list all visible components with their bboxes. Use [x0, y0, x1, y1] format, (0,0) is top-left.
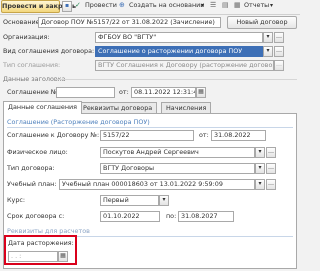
agreement-from-label: от: [119, 88, 129, 96]
person-dropdown-icon[interactable] [255, 147, 265, 158]
reports-button[interactable]: Отчеты [244, 0, 269, 11]
new-contract-button[interactable]: Новый договор [227, 16, 297, 29]
agreement-kind-open-icon: … [274, 60, 284, 71]
agreement-section-divider [7, 127, 293, 128]
tab-agreement-data[interactable]: Данные соглашения [3, 101, 83, 114]
post-and-close-button[interactable]: Провести и закрыть [1, 0, 76, 13]
term-to-label: по: [166, 212, 177, 220]
contract-type-dropdown-icon[interactable] [255, 163, 265, 174]
term-to-field[interactable]: 31.08.2027 [178, 211, 234, 222]
reports-dropdown-icon[interactable] [270, 1, 273, 9]
contract-from-label: от: [199, 131, 209, 139]
agreement-type-label: Вид соглашения договора: [3, 47, 95, 55]
contract-number-label: Соглашение к Договору №: [7, 131, 100, 139]
post-button[interactable]: Провести [85, 0, 117, 11]
agreement-section-title: Соглашение (Расторжение договора ПОУ) [7, 118, 150, 126]
study-plan-label: Учебный план: [7, 180, 57, 188]
termination-date-label: Дата расторжения: [8, 239, 74, 247]
person-open-icon[interactable]: … [266, 147, 276, 158]
agreement-type-open-icon[interactable]: … [274, 46, 284, 57]
save-icon[interactable]: ▪ [62, 1, 72, 12]
course-dropdown-icon[interactable] [159, 195, 169, 206]
calendar-icon[interactable]: ▦ [196, 87, 206, 98]
reports-icon[interactable]: ▦ [234, 1, 241, 9]
contract-number-field[interactable]: 5157/22 [100, 130, 194, 141]
agreement-kind-label: Тип соглашения: [3, 61, 61, 69]
create-based-icon[interactable]: ⊕ [119, 1, 125, 9]
course-label: Курс: [7, 196, 26, 204]
create-based-dropdown-icon[interactable] [201, 1, 204, 9]
organization-open-icon[interactable]: … [274, 32, 284, 43]
agreement-number-label: Соглашение №: [7, 88, 60, 96]
agreement-type-field[interactable]: Соглашение о расторжении договора ПОУ [95, 46, 263, 57]
organization-field[interactable]: ФГБОУ ВО "ВГТУ" [95, 32, 263, 43]
organization-dropdown-icon[interactable] [263, 32, 273, 43]
contract-type-open-icon[interactable]: … [266, 163, 276, 174]
study-plan-open-icon[interactable]: … [266, 179, 276, 190]
agreement-number-field[interactable] [56, 87, 115, 98]
contract-from-field[interactable]: 31.08.2022 [211, 130, 266, 141]
toolbar-divider [0, 14, 300, 15]
termination-date-field[interactable]: . . : [8, 251, 58, 262]
agreement-from-field[interactable]: 08.11.2022 12:31:42 [131, 87, 196, 98]
course-field[interactable]: Первый [100, 195, 159, 206]
agreement-kind-field: ВГТУ Соглашения к Договору (расторжение … [95, 60, 274, 71]
header-data-divider [55, 79, 297, 80]
study-plan-dropdown-icon[interactable] [255, 179, 265, 190]
contract-type-label: Тип договора: [7, 164, 55, 172]
tool-icon[interactable]: ☰ [210, 1, 216, 9]
doc-icon[interactable]: ▤ [222, 1, 229, 9]
basis-field[interactable]: Договор ПОУ №5157/22 от 31.08.2022 (Зачи… [38, 17, 221, 28]
create-based-button[interactable]: Создать на основании [129, 0, 204, 11]
basis-label: Основание: [3, 18, 42, 26]
post-icon[interactable]: ✓ [75, 1, 84, 11]
term-from-label: Срок договора с: [7, 212, 65, 220]
agreement-type-dropdown-icon[interactable] [263, 46, 273, 57]
contract-type-field[interactable]: ВГТУ Договоры [100, 163, 255, 174]
study-plan-field[interactable]: Учебный план 000018603 от 13.01.2022 9:5… [59, 179, 255, 190]
termination-calendar-icon[interactable]: ▦ [58, 251, 68, 262]
person-label: Физическое лицо: [7, 148, 68, 156]
person-field[interactable]: Поскутов Андрей Сергеевич [100, 147, 255, 158]
term-from-field[interactable]: 01.10.2022 [100, 211, 160, 222]
organization-label: Организация: [3, 33, 50, 41]
